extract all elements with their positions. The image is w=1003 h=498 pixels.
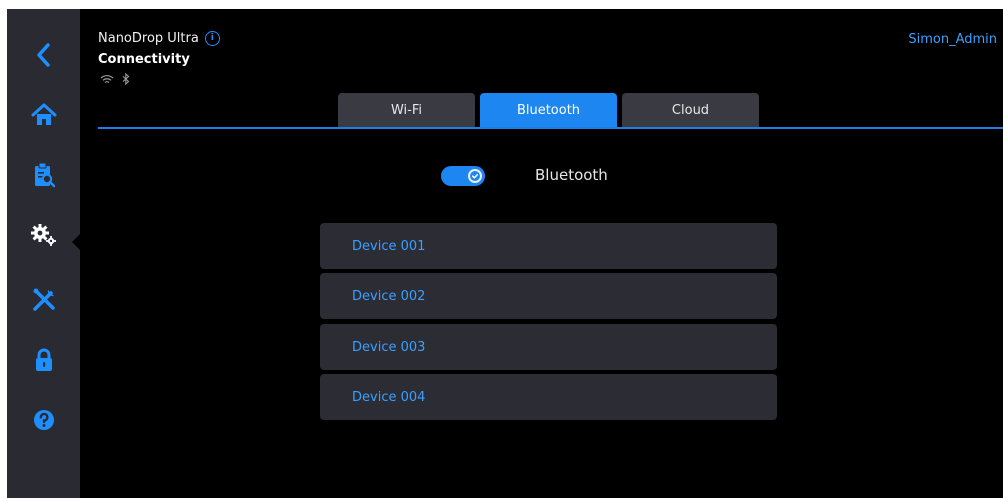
wifi-icon	[100, 74, 114, 83]
app-title: NanoDrop Ultra i	[98, 31, 220, 46]
bluetooth-toggle-label: Bluetooth	[535, 166, 608, 184]
app-name: NanoDrop Ultra	[98, 31, 199, 46]
page-title: Connectivity	[98, 52, 190, 67]
tools-icon	[32, 288, 55, 311]
lock-icon	[35, 348, 52, 371]
sidebar	[7, 9, 80, 498]
tab-bluetooth[interactable]: Bluetooth	[480, 93, 617, 127]
info-icon[interactable]: i	[204, 31, 220, 46]
active-indicator	[72, 234, 80, 250]
toggle-knob	[468, 169, 482, 183]
bluetooth-icon	[122, 73, 130, 85]
settings-gears-icon	[30, 224, 56, 246]
sidebar-item-settings[interactable]	[7, 209, 80, 261]
sidebar-item-home[interactable]	[7, 89, 80, 141]
sidebar-item-results[interactable]	[7, 149, 80, 201]
device-item[interactable]: Device 001	[320, 223, 777, 269]
device-item[interactable]: Device 002	[320, 273, 777, 319]
sidebar-item-help[interactable]	[7, 394, 80, 446]
device-item[interactable]: Device 004	[320, 374, 777, 420]
device-item[interactable]: Device 003	[320, 324, 777, 370]
clipboard-search-icon	[34, 162, 55, 188]
bluetooth-toggle[interactable]	[441, 166, 485, 186]
back-button[interactable]	[7, 29, 80, 81]
back-arrow-icon	[36, 43, 50, 67]
tab-wifi[interactable]: Wi-Fi	[338, 93, 475, 127]
home-icon	[31, 103, 56, 125]
user-name[interactable]: Simon_Admin	[908, 32, 997, 47]
tab-divider	[98, 127, 1003, 129]
check-icon	[470, 171, 480, 181]
tab-cloud[interactable]: Cloud	[622, 93, 759, 127]
sidebar-item-security[interactable]	[7, 334, 80, 386]
status-icons	[100, 73, 130, 85]
help-icon	[33, 410, 54, 430]
sidebar-item-tools[interactable]	[7, 274, 80, 326]
app-frame: NanoDrop Ultra i Connectivity Simon_Admi…	[7, 9, 1003, 498]
